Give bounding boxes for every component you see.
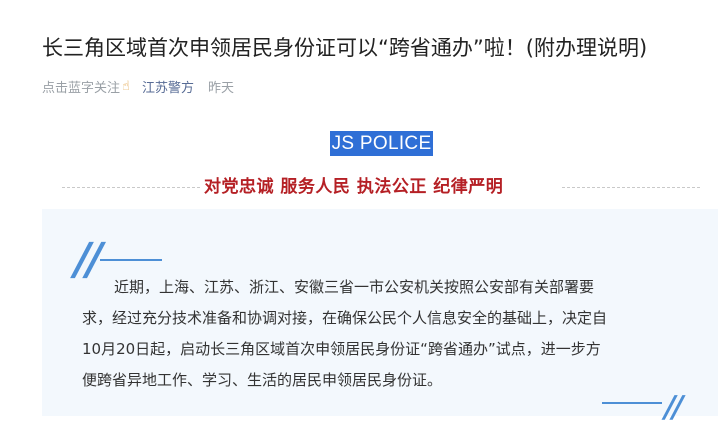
divider-left (62, 187, 200, 188)
quote-underline (100, 259, 162, 261)
pointing-hand-icon: ☝ (122, 78, 130, 94)
intro-paragraph: 近期，上海、江苏、浙江、安徽三省一市公安机关按照公安部有关部署要 求，经过充分技… (82, 272, 694, 396)
police-slogan: 对党忠诚 服务人民 执法公正 纪律严明 (204, 177, 504, 197)
follow-prompt[interactable]: 点击蓝字关注 (42, 77, 120, 96)
divider-right (562, 187, 700, 188)
article-title: 长三角区域首次申领居民身份证可以“跨省通办”啦！(附办理说明) (42, 36, 648, 60)
article-meta: 点击蓝字关注 ☝ 江苏警方 昨天 (42, 76, 234, 96)
closing-quote-line (602, 402, 662, 404)
paragraph-line: 求，经过充分技术准备和协调对接，在确保公民个人信息安全的基础上，决定自 (82, 309, 608, 327)
author-link[interactable]: 江苏警方 (142, 77, 194, 96)
paragraph-line: 近期，上海、江苏、浙江、安徽三省一市公安机关按照公安部有关部署要 (114, 278, 595, 296)
paragraph-line: 10月20日起，启动长三角区域首次申领居民身份证“跨省通办”试点，进一步方 (82, 340, 601, 358)
publish-time: 昨天 (207, 80, 234, 96)
paragraph-line: 便跨省异地工作、学习、生活的居民申领居民身份证。 (82, 371, 443, 389)
js-police-badge: JS POLICE (330, 131, 433, 156)
